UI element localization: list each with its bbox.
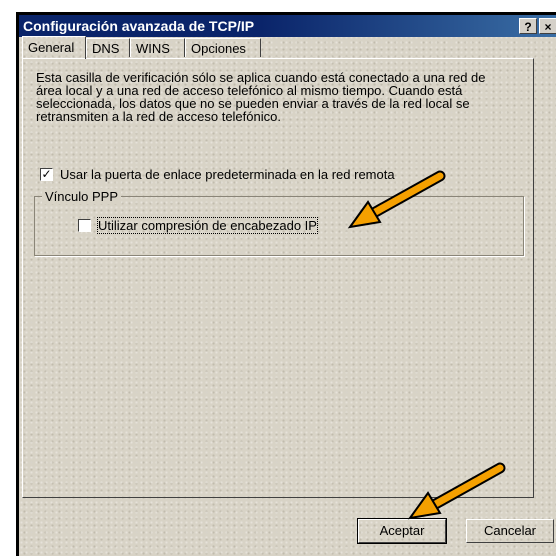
annotation-arrows: [347, 170, 506, 520]
tab-general[interactable]: General: [22, 36, 86, 59]
arrow-to-compression-icon: [347, 170, 446, 229]
arrow-to-ok-button-icon: [407, 462, 506, 520]
